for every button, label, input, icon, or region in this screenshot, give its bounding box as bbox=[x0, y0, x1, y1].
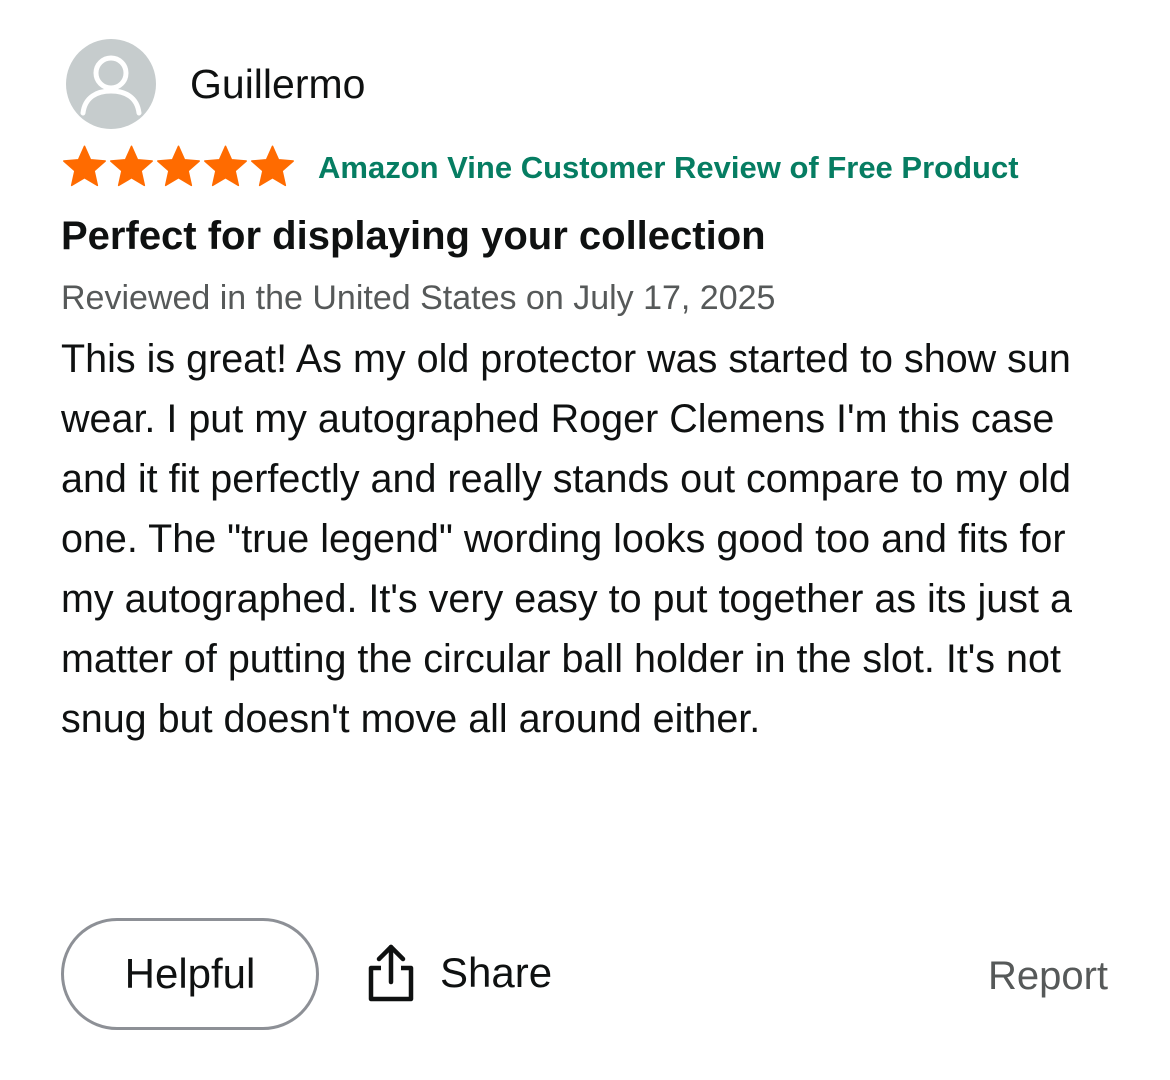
review-actions: Helpful Share Report bbox=[0, 918, 1170, 1034]
review-title: Perfect for displaying your collection bbox=[61, 214, 766, 258]
star-icon bbox=[157, 145, 200, 187]
star-icon bbox=[204, 145, 247, 187]
star-rating bbox=[61, 144, 296, 192]
reviewer-name[interactable]: Guillermo bbox=[190, 60, 365, 108]
star-icon bbox=[63, 145, 106, 187]
vine-badge: Amazon Vine Customer Review of Free Prod… bbox=[318, 150, 1019, 185]
review-body: This is great! As my old protector was s… bbox=[61, 337, 1072, 741]
review-meta: Reviewed in the United States on July 17… bbox=[61, 279, 776, 317]
review-card: Guillermo Amazon Vine Customer Review of… bbox=[0, 0, 1170, 1080]
avatar bbox=[66, 39, 156, 129]
person-silhouette-icon bbox=[80, 55, 142, 116]
share-button[interactable]: Share bbox=[366, 940, 552, 1006]
share-label: Share bbox=[440, 949, 553, 996]
star-icon bbox=[251, 145, 294, 187]
helpful-button[interactable]: Helpful bbox=[61, 918, 319, 1030]
share-icon bbox=[368, 944, 414, 1002]
report-link[interactable]: Report bbox=[988, 952, 1108, 1000]
star-icon bbox=[110, 145, 153, 187]
